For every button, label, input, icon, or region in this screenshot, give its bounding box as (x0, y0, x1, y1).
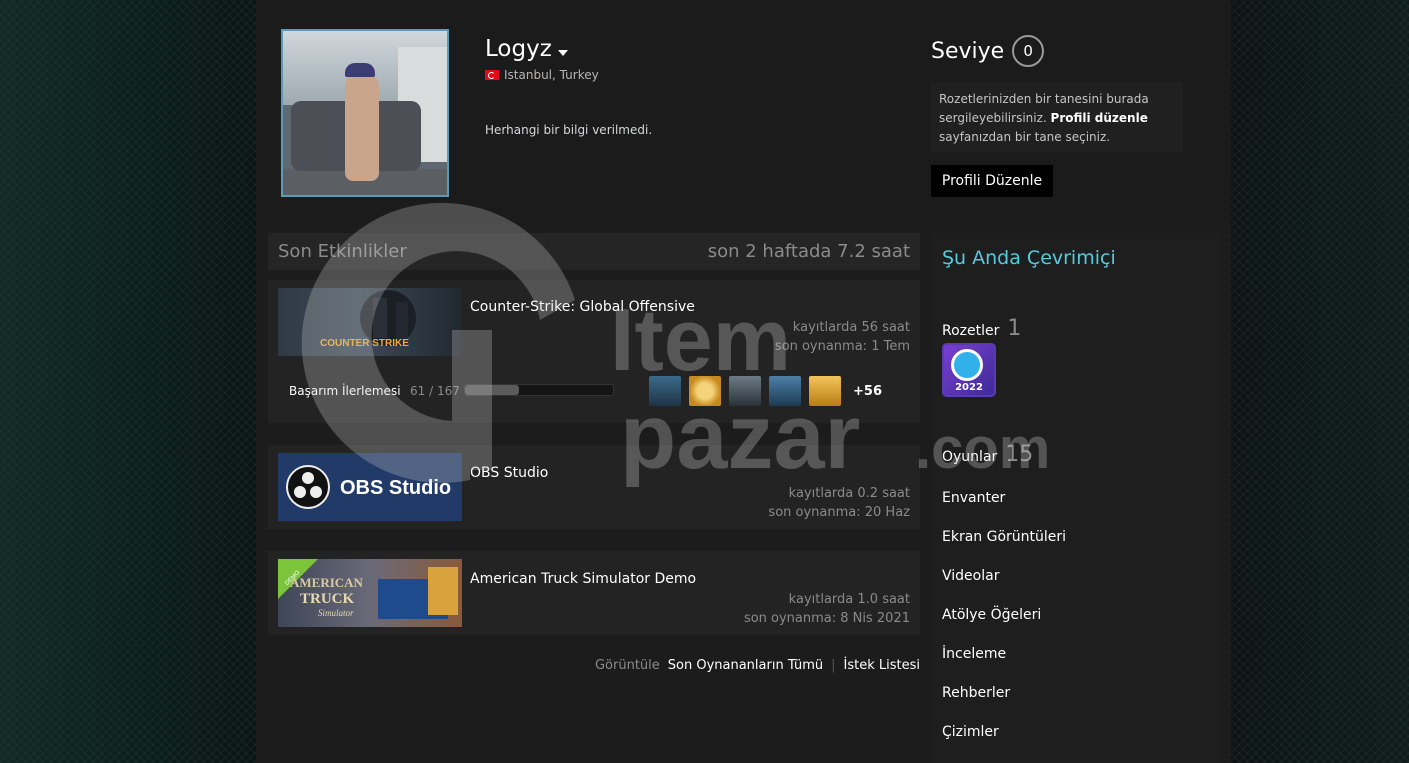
ats-capsule-text-2: TRUCK (300, 591, 355, 607)
achievement-progress-bar (464, 384, 614, 396)
game-total-hours: kayıtlarda 56 saat (792, 320, 910, 335)
game-total-hours: kayıtlarda 1.0 saat (788, 592, 910, 607)
link-separator: | (831, 658, 836, 673)
level-circle[interactable]: 0 (1012, 35, 1045, 67)
persona-block: Logyz Istanbul, Turkey (485, 36, 599, 82)
level-box: Seviye 0 (931, 35, 1045, 67)
csgo-capsule-text: COUNTER STRIKE (320, 338, 409, 349)
achievement-icon[interactable] (689, 376, 721, 406)
game-last-played: son oynanma: 20 Haz (768, 505, 910, 520)
profile-sidebar: Şu Anda Çevrimiçi Rozetler 1 2022 Oyunla… (932, 233, 1220, 763)
sidebar-link-reviews[interactable]: İnceleme (942, 646, 1006, 662)
game-last-played: son oynanma: 1 Tem (774, 339, 910, 354)
game-card-obs: OBS Studio OBS Studio kayıtlarda 0.2 saa… (268, 445, 920, 529)
view-label: Görüntüle (594, 658, 660, 673)
avatar-hat (345, 63, 375, 77)
recent-activity-title: Son Etkinlikler (278, 241, 407, 262)
badge-year: 2022 (955, 382, 983, 393)
edit-profile-link[interactable]: Profili düzenle (1051, 111, 1148, 125)
game-hours-obs: kayıtlarda 0.2 saat son oynanma: 20 Haz (768, 484, 910, 522)
achievement-progress-label[interactable]: Başarım İlerlemesi (289, 384, 401, 398)
recent-activity-summary: son 2 haftada 7.2 saat (707, 241, 910, 262)
badge-2022[interactable]: 2022 (942, 343, 996, 397)
avatar-person (345, 71, 379, 181)
level-label: Seviye (931, 38, 1005, 64)
badges-label: Rozetler (942, 323, 1000, 339)
obs-capsule-text: OBS Studio (340, 477, 451, 499)
achievement-count: 61 / 167 (410, 384, 460, 398)
sidebar-link-screenshots[interactable]: Ekran Görüntüleri (942, 529, 1066, 545)
game-name-obs[interactable]: OBS Studio (470, 465, 548, 481)
more-achievements[interactable]: +56 (853, 384, 882, 399)
game-capsule-csgo[interactable]: COUNTER STRIKE (278, 288, 462, 356)
recent-activity-header: Son Etkinlikler son 2 haftada 7.2 saat (268, 233, 920, 270)
sidebar-link-guides[interactable]: Rehberler (942, 685, 1010, 701)
location-text: Istanbul, Turkey (504, 68, 599, 82)
level-title: Seviye 0 (931, 35, 1045, 67)
game-name-ats[interactable]: American Truck Simulator Demo (470, 571, 696, 587)
ats-capsule-text-3: Simulator (318, 608, 354, 618)
chevron-down-icon[interactable] (557, 50, 568, 56)
game-last-played: son oynanma: 8 Nis 2021 (743, 611, 910, 626)
sidebar-link-workshop[interactable]: Atölye Öğeleri (942, 607, 1041, 623)
persona-name-dropdown[interactable]: Logyz (485, 36, 599, 62)
view-links: Görüntüle Son Oynananların Tümü | İstek … (595, 658, 920, 673)
games-link[interactable]: Oyunlar 15 (942, 442, 1033, 467)
badge-hint: Rozetlerinizden bir tanesini burada serg… (931, 82, 1183, 152)
achievement-icon[interactable] (809, 376, 841, 406)
ats-capsule-text-1: AMERICAN (290, 575, 364, 590)
game-capsule-ats[interactable]: DEMO AMERICAN TRUCK Simulator (278, 559, 462, 627)
edit-profile-button[interactable]: Profili Düzenle (931, 165, 1053, 197)
profile-header: Logyz Istanbul, Turkey Herhangi bir bilg… (256, 0, 1231, 225)
game-name-csgo[interactable]: Counter-Strike: Global Offensive (470, 299, 695, 315)
game-hours-ats: kayıtlarda 1.0 saat son oynanma: 8 Nis 2… (744, 590, 910, 628)
achievement-icon[interactable] (649, 376, 681, 406)
sidebar-link-inventory[interactable]: Envanter (942, 490, 1005, 506)
obs-capsule-art: OBS Studio (286, 465, 451, 509)
game-card-ats: DEMO AMERICAN TRUCK Simulator American T… (268, 551, 920, 635)
achievement-icons: +56 (649, 376, 882, 406)
ats-capsule-art: DEMO AMERICAN TRUCK Simulator (278, 559, 458, 619)
profile-summary: Herhangi bir bilgi verilmedi. (485, 123, 653, 137)
game-total-hours: kayıtlarda 0.2 saat (788, 486, 910, 501)
csgo-capsule-art: COUNTER STRIKE (320, 290, 416, 349)
location: Istanbul, Turkey (485, 68, 599, 82)
game-card-csgo: COUNTER STRIKE Counter-Strike: Global Of… (268, 280, 920, 423)
games-count: 15 (1005, 442, 1034, 467)
achievement-icon[interactable] (729, 376, 761, 406)
steam-badge-icon (951, 349, 983, 381)
wishlist-link[interactable]: İstek Listesi (844, 658, 920, 673)
achievement-progress-row: Başarım İlerlemesi 61 / 167 +56 (268, 376, 920, 406)
sidebar-link-artwork[interactable]: Çizimler (942, 724, 999, 740)
all-recent-games-link[interactable]: Son Oynananların Tümü (668, 658, 823, 673)
profile-page: Logyz Istanbul, Turkey Herhangi bir bilg… (256, 0, 1231, 763)
games-label: Oyunlar (942, 449, 998, 465)
badge-hint-text-2: sayfanızdan bir tane seçiniz. (939, 130, 1111, 144)
achievement-icon[interactable] (769, 376, 801, 406)
sidebar-link-videos[interactable]: Videolar (942, 568, 999, 584)
game-hours-csgo: kayıtlarda 56 saat son oynanma: 1 Tem (775, 318, 910, 356)
badges-link[interactable]: Rozetler 1 (942, 316, 1021, 341)
online-status: Şu Anda Çevrimiçi (942, 247, 1116, 269)
avatar[interactable] (281, 29, 449, 197)
achievement-progress-fill (465, 385, 520, 395)
turkey-flag-icon (485, 70, 499, 80)
persona-name: Logyz (485, 36, 552, 62)
game-capsule-obs[interactable]: OBS Studio (278, 453, 462, 521)
badges-count: 1 (1007, 316, 1022, 341)
